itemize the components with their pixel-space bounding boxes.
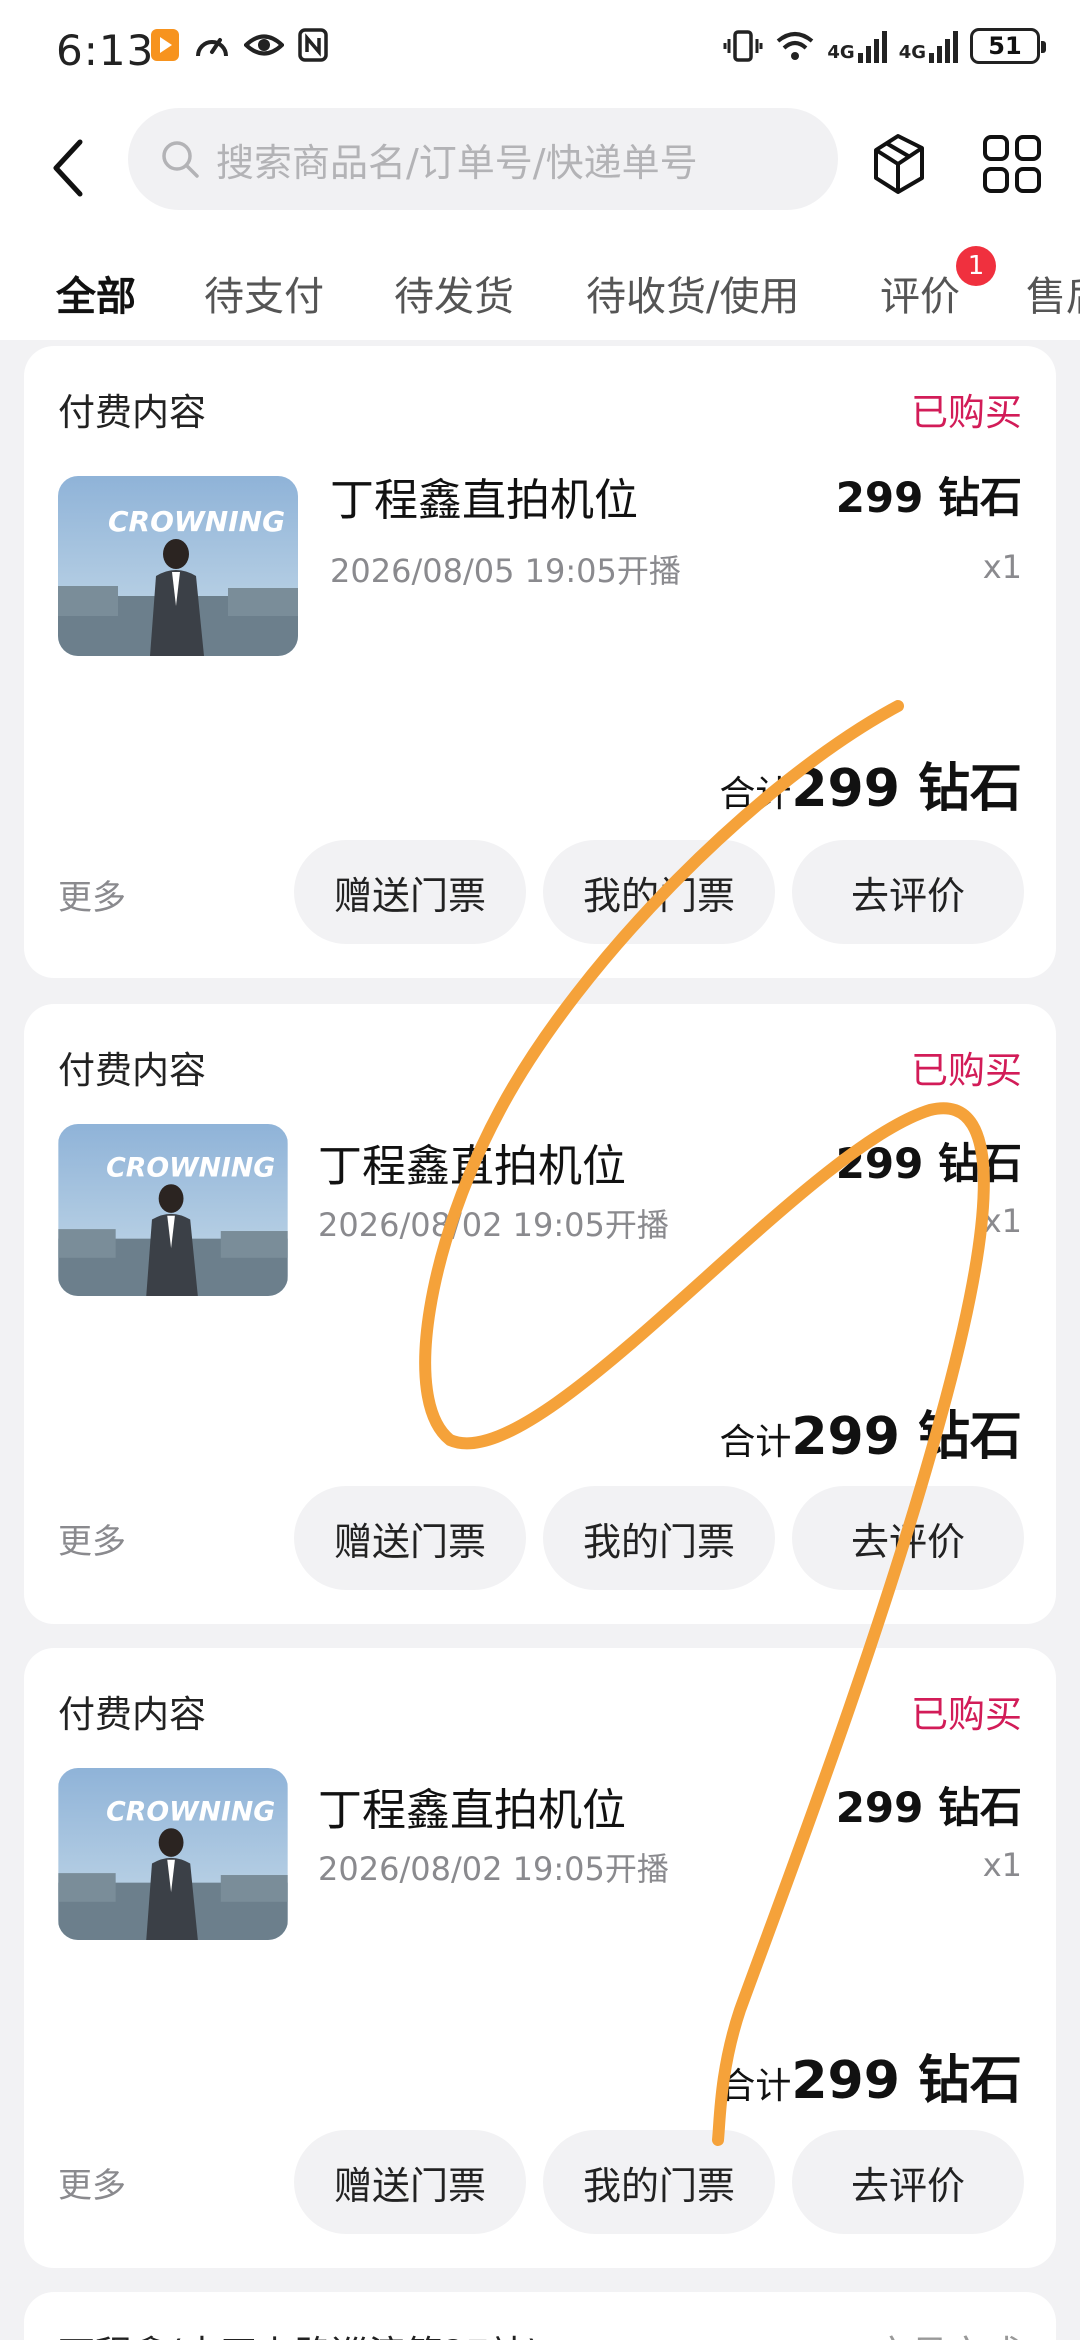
write-review-button[interactable]: 去评价	[792, 1486, 1024, 1590]
tab-review[interactable]: 评价	[880, 264, 960, 322]
more-link[interactable]: 更多	[58, 870, 126, 919]
grid-menu-icon[interactable]	[982, 134, 1042, 194]
order-category: 付费内容	[58, 1049, 206, 1092]
tab-pending-payment[interactable]: 待支付	[204, 264, 324, 322]
product-price: 299 钻石	[835, 473, 1022, 522]
order-card-partial[interactable]: 丁程鑫(十四上路巡演第27站) 交易完成	[24, 2292, 1056, 2340]
status-time: 6:13	[56, 26, 155, 75]
broadcast-time: 2026/08/02 19:05开播	[318, 1206, 669, 1244]
order-card[interactable]: 付费内容 已购买 CROWNING 丁程鑫直拍机位 299 钻石 2026/08…	[24, 346, 1056, 978]
write-review-button[interactable]: 去评价	[792, 840, 1024, 944]
tab-pending-shipment[interactable]: 待发货	[394, 264, 514, 322]
my-tickets-button[interactable]: 我的门票	[543, 2130, 775, 2234]
total-label: 合计	[719, 774, 792, 815]
battery-level: 51	[988, 32, 1022, 60]
broadcast-time: 2026/08/05 19:05开播	[330, 552, 681, 590]
status-left-icons	[150, 28, 328, 62]
more-link[interactable]: 更多	[58, 2158, 126, 2207]
write-review-button[interactable]: 去评价	[792, 2130, 1024, 2234]
product-thumbnail[interactable]: CROWNING	[58, 1768, 288, 1940]
cell-signal-1: 4G	[827, 29, 887, 63]
gift-ticket-button[interactable]: 赠送门票	[294, 1486, 526, 1590]
order-card[interactable]: 付费内容 已购买 CROWNING 丁程鑫直拍机位 299 钻石 2026/08…	[24, 1648, 1056, 2268]
product-quantity: x1	[982, 1202, 1022, 1240]
total-amount: 299 钻石	[791, 759, 1022, 819]
thumbnail-logo-text: CROWNING	[108, 505, 285, 538]
thumbnail-logo-text: CROWNING	[106, 1797, 275, 1828]
order-total: 合计 299 钻石	[719, 2038, 1022, 2113]
order-card[interactable]: 付费内容 已购买 CROWNING 丁程鑫直拍机位 299 钻石 2026/08…	[24, 1004, 1056, 1624]
total-amount: 299 钻石	[791, 1407, 1022, 1467]
eye-icon	[244, 34, 284, 56]
product-name[interactable]: 丁程鑫直拍机位	[318, 1774, 626, 1838]
network-type-label: 4G	[898, 42, 926, 63]
status-right-icons: 4G 4G 51	[723, 28, 1046, 64]
order-status: 已购买	[911, 1693, 1022, 1736]
more-link[interactable]: 更多	[58, 1514, 126, 1563]
order-status: 交易完成	[874, 2324, 1022, 2340]
search-icon	[162, 141, 199, 178]
product-thumbnail[interactable]: CROWNING	[58, 476, 298, 656]
thumbnail-logo-text: CROWNING	[106, 1153, 275, 1184]
total-amount: 299 钻石	[791, 2051, 1022, 2111]
order-category: 付费内容	[58, 1693, 206, 1736]
vibrate-icon	[723, 30, 763, 62]
product-price: 299 钻石	[835, 1783, 1022, 1832]
product-quantity: x1	[982, 1846, 1022, 1884]
nfc-icon	[298, 28, 328, 62]
product-name[interactable]: 丁程鑫直拍机位	[330, 464, 638, 528]
total-label: 合计	[719, 1422, 792, 1463]
total-label: 合计	[719, 2066, 792, 2107]
my-tickets-button[interactable]: 我的门票	[543, 840, 775, 944]
product-price: 299 钻石	[835, 1139, 1022, 1188]
network-type-label: 4G	[827, 42, 855, 63]
back-arrow-icon[interactable]	[44, 128, 94, 208]
order-total: 合计 299 钻石	[719, 1394, 1022, 1469]
order-category: 付费内容	[58, 391, 206, 434]
package-box-icon	[874, 134, 924, 194]
gift-ticket-button[interactable]: 赠送门票	[294, 840, 526, 944]
product-thumbnail[interactable]: CROWNING	[58, 1124, 288, 1296]
wifi-icon	[777, 32, 814, 60]
gift-ticket-button[interactable]: 赠送门票	[294, 2130, 526, 2234]
search-input[interactable]: 搜索商品名/订单号/快递单号	[128, 108, 838, 210]
cell-signal-2: 4G	[899, 29, 958, 63]
top-header: 搜索商品名/订单号/快递单号 包裹	[0, 108, 1080, 290]
broadcast-time: 2026/08/02 19:05开播	[318, 1850, 669, 1888]
speed-gauge-icon	[196, 38, 228, 57]
tab-after-sales[interactable]: 售后	[1026, 264, 1080, 322]
order-title: 丁程鑫(十四上路巡演第27站)	[58, 2324, 541, 2340]
status-bar: 6:13 4G 4G 51	[0, 0, 1080, 108]
order-status: 已购买	[911, 391, 1022, 434]
tab-all[interactable]: 全部	[56, 264, 136, 322]
search-placeholder: 搜索商品名/订单号/快递单号	[216, 140, 698, 185]
order-status: 已购买	[911, 1049, 1022, 1092]
my-tickets-button[interactable]: 我的门票	[543, 1486, 775, 1590]
battery-icon: 51	[970, 28, 1046, 64]
product-name[interactable]: 丁程鑫直拍机位	[318, 1130, 626, 1194]
product-quantity: x1	[982, 548, 1022, 586]
tab-pending-receipt[interactable]: 待收货/使用	[586, 264, 799, 322]
review-badge: 1	[956, 246, 996, 286]
order-tabs: 全部 待支付 待发货 待收货/使用 评价 1 售后	[0, 228, 1080, 340]
order-total: 合计 299 钻石	[719, 746, 1022, 821]
video-app-icon	[151, 29, 179, 61]
